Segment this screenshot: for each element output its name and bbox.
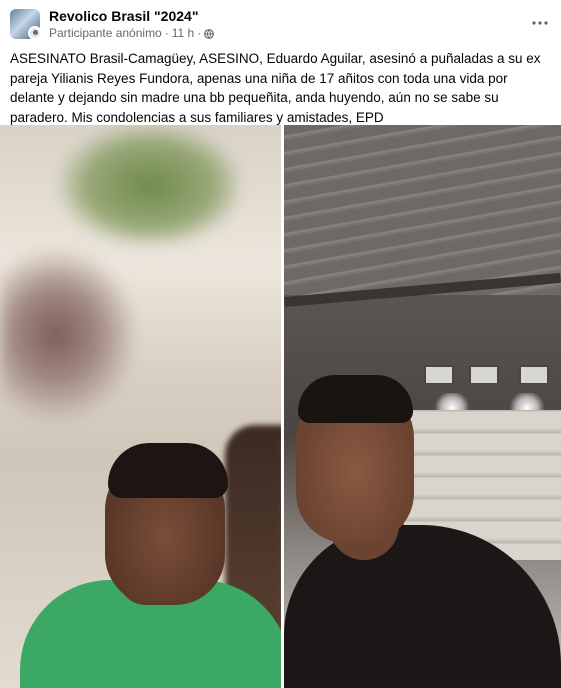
post-time[interactable]: 11 h <box>172 26 194 40</box>
more-options-button[interactable] <box>529 12 551 34</box>
author-name[interactable]: Participante anónimo <box>49 26 162 40</box>
meta-separator-2: · <box>197 26 202 40</box>
anonymous-avatar-icon <box>28 26 42 40</box>
post-header: Revolico Brasil "2024" Participante anón… <box>0 0 561 44</box>
post-meta: Participante anónimo · 11 h · <box>49 26 215 40</box>
meta-separator: · <box>164 26 169 40</box>
post-photo-2[interactable] <box>284 125 561 688</box>
more-options-icon <box>532 21 548 25</box>
globe-icon <box>204 28 215 39</box>
post-photo-1[interactable] <box>0 125 281 688</box>
post-text: ASESINATO Brasil-Camagüey, ASESINO, Edua… <box>10 51 541 125</box>
group-name-link[interactable]: Revolico Brasil "2024" <box>49 8 198 24</box>
